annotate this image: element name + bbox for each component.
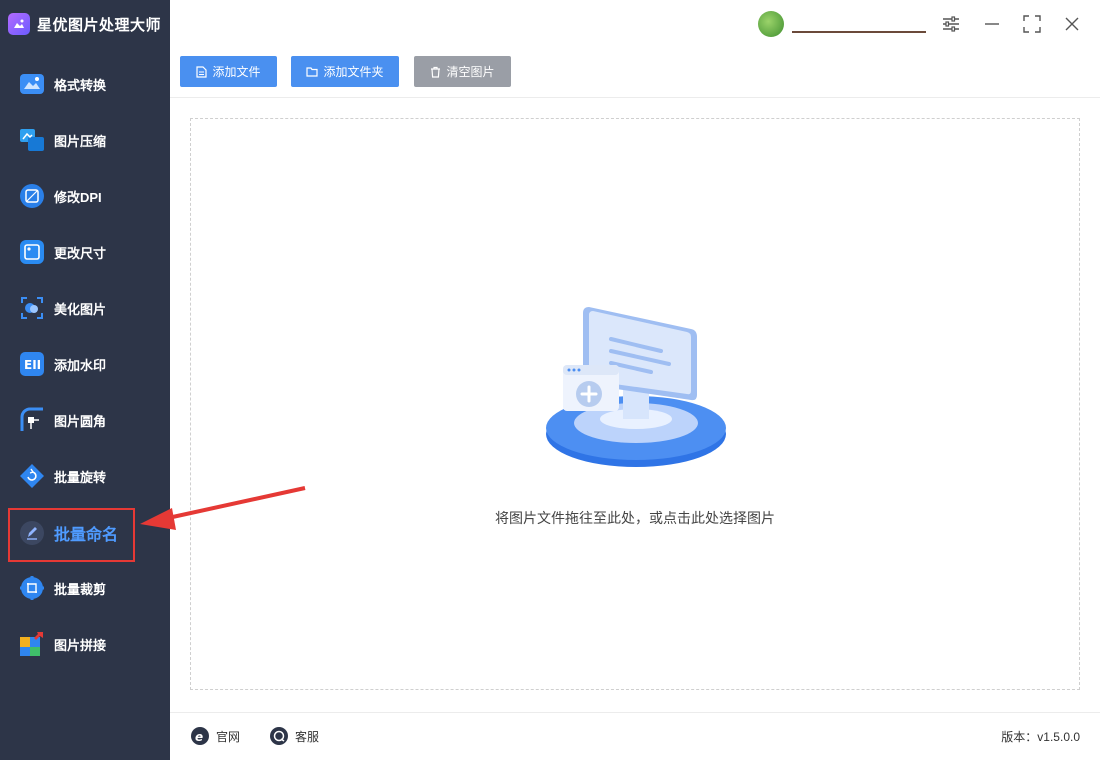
resize-icon	[19, 239, 45, 265]
support-label: 客服	[295, 729, 320, 744]
minimize-icon	[985, 23, 999, 25]
version-label: 版本：	[1001, 730, 1038, 744]
app-title: 星优图片处理大师	[37, 16, 162, 34]
add-file-label: 添加文件	[212, 65, 261, 79]
sidebar-item-resize[interactable]: 更改尺寸	[0, 232, 170, 272]
svg-text:EII: EII	[24, 358, 41, 372]
stitch-icon	[19, 631, 45, 657]
avatar[interactable]	[758, 11, 784, 37]
round-corner-icon	[19, 407, 45, 433]
add-file-button[interactable]: 添加文件	[180, 56, 277, 87]
crop-icon	[19, 575, 45, 601]
clear-images-label: 清空图片	[446, 65, 495, 79]
active-item-highlight	[8, 508, 135, 562]
sidebar-item-beautify[interactable]: 美化图片	[0, 288, 170, 328]
sidebar-item-label: 图片拼接	[54, 637, 107, 653]
rotate-icon	[19, 463, 45, 489]
close-icon	[1065, 17, 1079, 31]
settings-icon	[943, 16, 959, 32]
maximize-button[interactable]	[1020, 12, 1044, 36]
sidebar-item-stitch[interactable]: 图片拼接	[0, 624, 170, 664]
close-button[interactable]	[1060, 12, 1084, 36]
sidebar-item-rotate[interactable]: 批量旋转	[0, 456, 170, 496]
sidebar-item-format-convert[interactable]: 格式转换	[0, 64, 170, 104]
sidebar-item-label: 批量旋转	[54, 469, 107, 485]
support-link[interactable]: 客服	[269, 725, 319, 747]
sidebar-item-label: 更改尺寸	[54, 245, 107, 261]
app-brand: 星优图片处理大师	[0, 0, 170, 48]
file-icon	[196, 65, 208, 78]
support-chat-icon	[270, 727, 288, 745]
version-info: 版本：v1.5.0.0	[1001, 728, 1080, 745]
monitor-upload-illustration	[546, 307, 726, 467]
minimize-button[interactable]	[980, 12, 1004, 36]
compress-icon	[19, 127, 45, 153]
sidebar: 星优图片处理大师 格式转换 图片压缩 修改DPI 更改尺寸 美化图片 EII 添…	[0, 0, 170, 760]
app-logo-icon	[8, 13, 30, 35]
add-folder-label: 添加文件夹	[323, 65, 384, 79]
website-link[interactable]: e 官网	[190, 725, 240, 747]
sidebar-item-dpi[interactable]: 修改DPI	[0, 176, 170, 216]
clear-images-button[interactable]: 清空图片	[414, 56, 511, 87]
drop-zone-hint: 将图片文件拖往至此处，或点击此处选择图片	[495, 510, 775, 526]
folder-icon	[306, 67, 319, 77]
beautify-icon	[19, 295, 45, 321]
sidebar-item-watermark[interactable]: EII 添加水印	[0, 344, 170, 384]
toolbar-divider	[170, 97, 1100, 98]
sidebar-item-label: 图片压缩	[54, 133, 107, 149]
format-convert-icon	[19, 71, 45, 97]
browser-e-icon: e	[191, 727, 209, 745]
sidebar-item-crop[interactable]: 批量裁剪	[0, 568, 170, 608]
sidebar-item-label: 批量裁剪	[54, 581, 107, 597]
sidebar-item-label: 美化图片	[54, 301, 107, 317]
watermark-icon: EII	[19, 351, 45, 377]
add-folder-button[interactable]: 添加文件夹	[291, 56, 399, 87]
dpi-icon	[19, 183, 45, 209]
trash-icon	[431, 66, 441, 78]
settings-button[interactable]	[939, 12, 963, 36]
svg-text:e: e	[195, 730, 203, 744]
sidebar-item-label: 图片圆角	[54, 413, 107, 429]
footer-divider	[170, 712, 1100, 713]
title-bar	[170, 0, 1100, 48]
sidebar-item-round-corner[interactable]: 图片圆角	[0, 400, 170, 440]
sidebar-item-compress[interactable]: 图片压缩	[0, 120, 170, 160]
drop-zone[interactable]: 将图片文件拖往至此处，或点击此处选择图片	[190, 118, 1080, 690]
sidebar-item-label: 格式转换	[54, 77, 107, 93]
user-name-underline	[792, 31, 926, 33]
sidebar-item-label: 修改DPI	[54, 189, 102, 205]
sidebar-item-label: 添加水印	[54, 357, 107, 373]
version-number: v1.5.0.0	[1037, 730, 1080, 744]
maximize-icon	[1023, 15, 1041, 33]
website-label: 官网	[216, 729, 241, 744]
